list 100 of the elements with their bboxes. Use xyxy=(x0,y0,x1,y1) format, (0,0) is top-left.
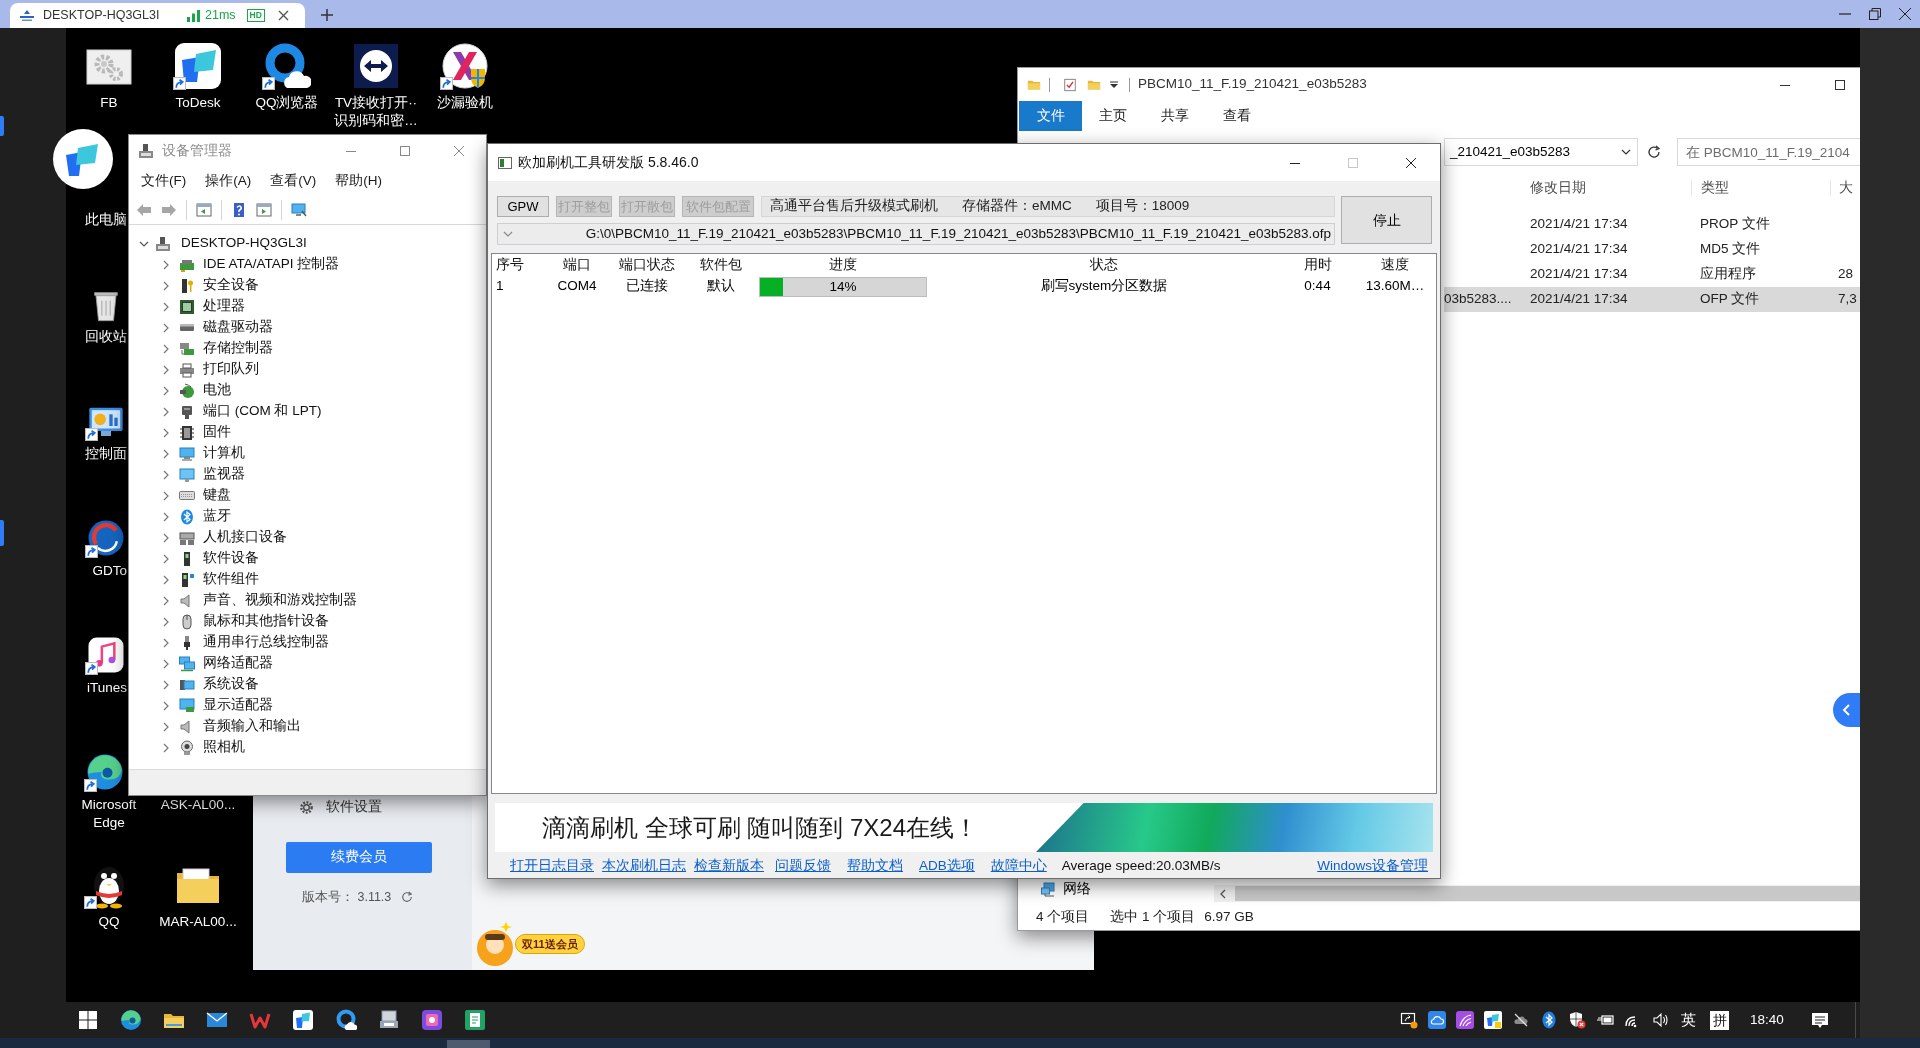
tree-item[interactable]: DESKTOP-HQ3GL3I xyxy=(181,235,307,252)
tree-item[interactable]: 通用串行总线控制器 xyxy=(203,634,329,651)
device-icon[interactable] xyxy=(377,1009,400,1031)
checklist-icon[interactable] xyxy=(1063,77,1077,92)
striped-tile-icon[interactable] xyxy=(1456,1011,1474,1029)
column-header[interactable]: 修改日期 xyxy=(1524,179,1691,197)
chevron-right-icon[interactable] xyxy=(161,322,171,333)
tree-item[interactable]: 端口 (COM 和 LPT) xyxy=(203,403,322,420)
shield-alert-icon[interactable] xyxy=(1568,1011,1586,1029)
cloud-off-icon[interactable] xyxy=(1512,1011,1530,1029)
chevron-right-icon[interactable] xyxy=(161,427,171,438)
chevron-right-icon[interactable] xyxy=(161,532,171,543)
link[interactable]: 打开日志目录 xyxy=(510,857,594,875)
close-icon[interactable] xyxy=(1406,157,1416,168)
file-row[interactable]: 2021/4/21 17:34 MD5 文件 xyxy=(1444,237,1860,262)
icon-label[interactable]: ASK-AL00... xyxy=(160,796,236,814)
tree-item[interactable]: 计算机 xyxy=(203,445,245,462)
menu-item[interactable]: 操作(A) xyxy=(196,171,261,191)
ring-cloud-icon[interactable] xyxy=(263,42,311,90)
column-header[interactable]: 端口状态 xyxy=(610,256,683,274)
tree-item[interactable]: 照相机 xyxy=(203,739,245,756)
tiles-disc-icon[interactable] xyxy=(52,128,114,190)
menu-item[interactable]: 查看(V) xyxy=(261,171,326,191)
chevron-right-icon[interactable] xyxy=(161,553,171,564)
tree-item[interactable]: 鼠标和其他指针设备 xyxy=(203,613,329,630)
chevron-right-icon[interactable] xyxy=(161,343,171,354)
tree-item[interactable]: 声音、视频和游戏控制器 xyxy=(203,592,357,609)
collapse-icon[interactable] xyxy=(1833,693,1860,727)
nav-item[interactable]: 网络 xyxy=(1063,880,1091,898)
icon-label[interactable]: MAR-AL00... xyxy=(159,913,237,931)
input-language[interactable]: 英 xyxy=(1675,1011,1701,1029)
ad-banner[interactable]: 滴滴刷机 全球可刷 随叫随到 7X24在线！ xyxy=(495,803,1433,852)
cloud-icon[interactable] xyxy=(1428,1011,1446,1029)
notification-icon[interactable] xyxy=(1810,1011,1830,1029)
settings-label[interactable]: 软件设置 xyxy=(326,798,382,816)
path-dropdown[interactable]: G:\0\PBCM10_11_F.19_210421_e03b5283\PBCM10_11_F.19_210421_e03b5283\PBCM10_11_F.19_210421_e03b5283.ofp xyxy=(497,223,1335,245)
tree-item[interactable]: 蓝牙 xyxy=(203,508,231,525)
caret-icon[interactable] xyxy=(1110,80,1118,89)
file-row[interactable]: 2021/4/21 17:34 PROP 文件 xyxy=(1444,212,1860,237)
close-icon[interactable] xyxy=(1899,8,1911,20)
link[interactable]: 帮助文档 xyxy=(847,857,903,875)
link[interactable]: Windows设备管理 xyxy=(1317,857,1428,875)
chevron-right-icon[interactable] xyxy=(161,490,171,501)
chevron-right-icon[interactable] xyxy=(161,637,171,648)
promo-badge[interactable]: 双11送会员 xyxy=(515,933,585,955)
chevron-right-icon[interactable] xyxy=(161,595,171,606)
ribbon-tab[interactable]: 查看 xyxy=(1206,101,1268,131)
chevron-right-icon[interactable] xyxy=(161,679,171,690)
ime-mode[interactable]: 拼 xyxy=(1710,1010,1729,1030)
icon-label[interactable]: 此电脑 xyxy=(85,211,127,229)
column-header[interactable]: 用时 xyxy=(1281,256,1354,274)
help-icon[interactable] xyxy=(231,201,247,218)
app-square-icon[interactable] xyxy=(420,1009,443,1031)
tree-item[interactable]: 处理器 xyxy=(203,298,245,315)
tree-item[interactable]: 固件 xyxy=(203,424,231,441)
icon-label[interactable]: QQ浏览器 xyxy=(255,94,319,112)
ribbon-tab[interactable]: 共享 xyxy=(1144,101,1206,131)
menu-item[interactable]: 文件(F) xyxy=(132,171,196,191)
tree-item[interactable]: IDE ATA/ATAPI 控制器 xyxy=(203,256,340,273)
document-tile-icon[interactable] xyxy=(463,1009,486,1031)
chevron-right-icon[interactable] xyxy=(161,721,171,732)
browser-tab[interactable]: DESKTOP-HQ3GL3I 21ms HD xyxy=(10,3,305,28)
swirl-icon[interactable] xyxy=(119,1009,142,1031)
renew-button[interactable]: 续费会员 xyxy=(286,842,432,873)
tree-item[interactable]: 系统设备 xyxy=(203,676,259,693)
panel-toggle-icon[interactable] xyxy=(196,201,212,218)
mascot-icon[interactable] xyxy=(475,921,515,967)
chevron-right-icon[interactable] xyxy=(161,469,171,480)
music-note-icon[interactable] xyxy=(86,635,126,675)
icon-label[interactable]: TV接收打开··识别码和密… xyxy=(333,94,419,130)
link[interactable]: 检查新版本 xyxy=(694,857,764,875)
monitor-icon[interactable] xyxy=(291,201,307,218)
column-header[interactable]: 状态 xyxy=(927,256,1281,274)
column-header[interactable]: 速度 xyxy=(1354,256,1436,274)
start-icon[interactable] xyxy=(76,1009,99,1031)
restore-icon[interactable] xyxy=(1869,8,1881,20)
tree-item[interactable]: 存储控制器 xyxy=(203,340,273,357)
link[interactable]: 本次刷机日志 xyxy=(602,857,686,875)
icon-label[interactable]: QQ xyxy=(98,913,120,931)
tree-item[interactable]: 音频输入和输出 xyxy=(203,718,301,735)
tree-item[interactable]: 网络适配器 xyxy=(203,655,273,672)
tree-item[interactable]: 磁盘驱动器 xyxy=(203,319,273,336)
link[interactable]: ADB选项 xyxy=(919,857,975,875)
swoosh-disc-icon[interactable] xyxy=(86,518,126,558)
tree-item[interactable]: 打印队列 xyxy=(203,361,259,378)
icon-label[interactable]: 沙漏验机 xyxy=(437,94,493,112)
icon-label[interactable]: ToDesk xyxy=(175,94,221,112)
monitor-dot-icon[interactable] xyxy=(1400,1011,1418,1029)
chevron-right-icon[interactable] xyxy=(161,448,171,459)
new-tab-icon[interactable] xyxy=(321,9,333,21)
chevron-right-icon[interactable] xyxy=(161,511,171,522)
tree-item[interactable]: 监视器 xyxy=(203,466,245,483)
chevron-right-icon[interactable] xyxy=(161,406,171,417)
chevron-right-icon[interactable] xyxy=(161,658,171,669)
chevron-right-icon[interactable] xyxy=(161,364,171,375)
column-header[interactable]: 大 xyxy=(1830,179,1860,197)
file-row[interactable]: 03b5283.... 2021/4/21 17:34 OFP 文件 7,3 xyxy=(1444,287,1860,312)
tree-item[interactable]: 显示适配器 xyxy=(203,697,273,714)
link[interactable]: 故障中心 xyxy=(990,857,1047,875)
ring-cloud-icon[interactable] xyxy=(334,1009,357,1031)
